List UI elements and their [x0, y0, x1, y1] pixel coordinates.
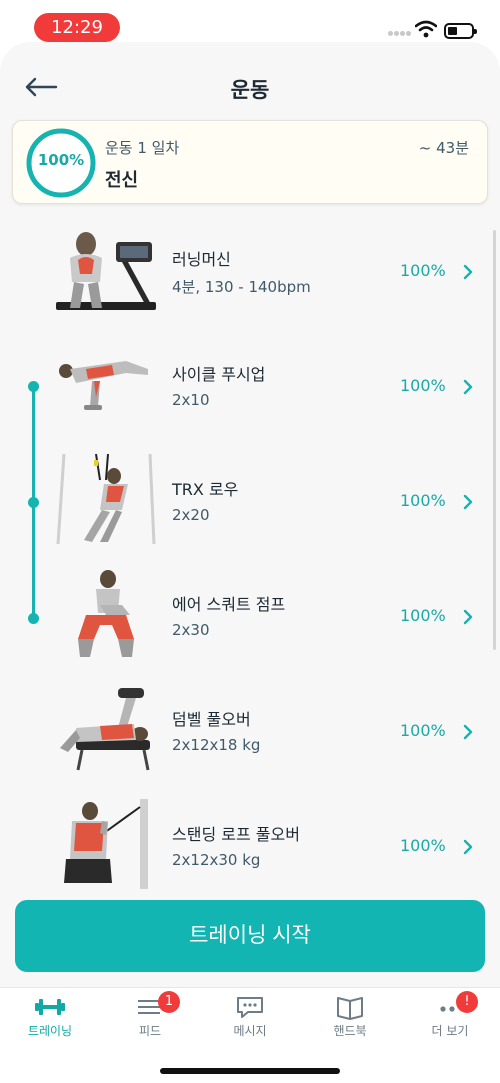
- signal-icon: [388, 31, 412, 37]
- progress-percent: 100%: [37, 151, 85, 169]
- home-indicator: [160, 1068, 340, 1074]
- workout-duration: ~ 43분: [418, 139, 469, 157]
- exercise-detail: 4분, 130 - 140bpm: [172, 278, 311, 296]
- exercise-detail: 2x12x30 kg: [172, 851, 261, 869]
- pushup-illustration: [59, 361, 148, 410]
- exercise-name: 사이클 푸시업: [172, 365, 266, 384]
- tab-label: 피드: [138, 1024, 162, 1038]
- exercise-row[interactable]: 사이클 푸시업 2x10 100%: [0, 325, 500, 440]
- page-title: 운동: [230, 78, 270, 102]
- exercise-percent: 100%: [400, 491, 446, 510]
- tab-handbook[interactable]: 핸드북: [300, 988, 400, 1048]
- squat-jump-illustration: [78, 570, 134, 657]
- exercise-detail: 2x12x18 kg: [172, 736, 261, 754]
- more-badge: !: [456, 991, 478, 1013]
- exercise-name: 에어 스쿼트 점프: [172, 595, 286, 614]
- book-icon: [337, 997, 363, 1020]
- dumbbell-pullover-illustration: [60, 688, 150, 771]
- wifi-icon: [415, 20, 437, 38]
- exercise-name: 덤벨 풀오버: [172, 710, 251, 729]
- tab-bar: 트레이닝 1 피드 메시지 핸드북 ! 더 보기: [0, 987, 500, 1083]
- tab-more[interactable]: ! 더 보기: [400, 988, 500, 1048]
- battery-icon: [444, 23, 477, 39]
- exercise-percent: 100%: [400, 836, 446, 855]
- exercise-percent: 100%: [400, 376, 446, 395]
- exercise-row[interactable]: 러닝머신 4분, 130 - 140bpm 100%: [0, 210, 500, 325]
- exercise-detail: 2x30: [172, 621, 210, 639]
- chevron-right-icon[interactable]: [462, 609, 474, 625]
- exercise-row[interactable]: TRX 로우 2x20 100%: [0, 440, 500, 555]
- chevron-right-icon[interactable]: [462, 494, 474, 510]
- exercise-name: 스탠딩 로프 풀오버: [172, 825, 300, 844]
- exercise-list[interactable]: 러닝머신 4분, 130 - 140bpm 100% 사이클 푸시업 2x10 …: [0, 210, 500, 890]
- chevron-right-icon[interactable]: [462, 379, 474, 395]
- status-time: 12:29: [34, 13, 120, 42]
- tab-label: 메시지: [233, 1024, 267, 1038]
- exercise-name: TRX 로우: [172, 480, 239, 499]
- tab-training[interactable]: 트레이닝: [0, 988, 100, 1048]
- workout-day: 운동 1 일차: [105, 139, 180, 157]
- app-screen: 운동 100% 운동 1 일차 ~ 43분 전신 러닝머신 4분, 130 - …: [0, 42, 500, 1083]
- workout-name: 전신: [105, 170, 139, 191]
- tab-messages[interactable]: 메시지: [200, 988, 300, 1048]
- exercise-row[interactable]: 스탠딩 로프 풀오버 2x12x30 kg 100%: [0, 785, 500, 890]
- start-training-button[interactable]: 트레이닝 시작: [15, 900, 485, 972]
- exercise-percent: 100%: [400, 261, 446, 280]
- tab-label: 더 보기: [431, 1024, 469, 1038]
- workout-summary-card[interactable]: 100% 운동 1 일차 ~ 43분 전신: [12, 120, 488, 204]
- rope-pullover-illustration: [64, 799, 148, 889]
- exercise-name: 러닝머신: [172, 250, 231, 269]
- trx-row-illustration: [56, 454, 156, 544]
- exercise-detail: 2x20: [172, 506, 210, 524]
- tab-label: 트레이닝: [27, 1024, 73, 1038]
- exercise-detail: 2x10: [172, 391, 210, 409]
- feed-badge: 1: [158, 991, 180, 1013]
- chevron-right-icon[interactable]: [462, 264, 474, 280]
- tab-feed[interactable]: 1 피드: [100, 988, 200, 1048]
- chevron-right-icon[interactable]: [462, 724, 474, 740]
- exercise-row[interactable]: 에어 스쿼트 점프 2x30 100%: [0, 555, 500, 670]
- header: 운동: [0, 42, 500, 118]
- treadmill-illustration: [56, 232, 156, 310]
- tab-label: 핸드북: [333, 1024, 367, 1038]
- message-icon: [237, 997, 263, 1018]
- chevron-right-icon[interactable]: [462, 839, 474, 855]
- exercise-row[interactable]: 덤벨 풀오버 2x12x18 kg 100%: [0, 670, 500, 785]
- exercise-percent: 100%: [400, 606, 446, 625]
- scrollbar[interactable]: [493, 230, 496, 650]
- exercise-percent: 100%: [400, 721, 446, 740]
- dumbbell-icon: [35, 999, 65, 1015]
